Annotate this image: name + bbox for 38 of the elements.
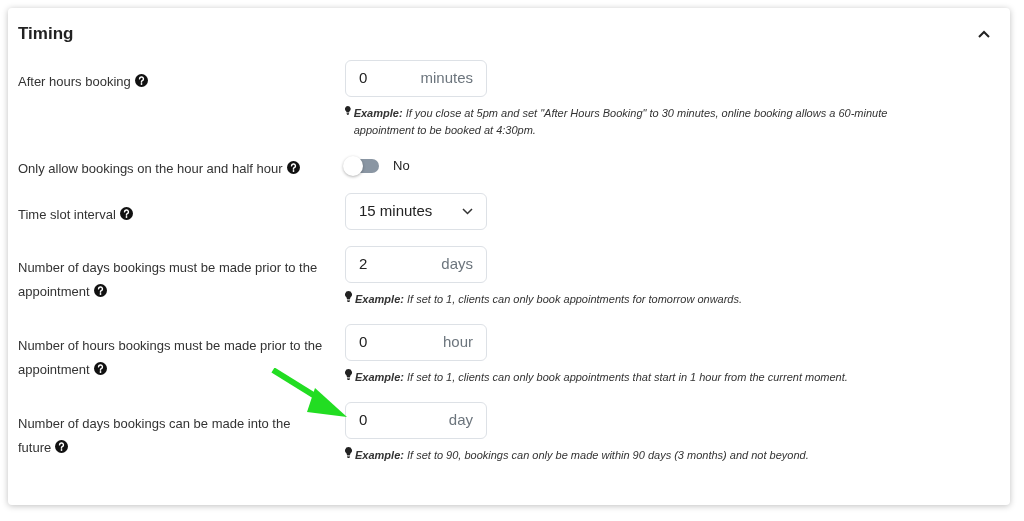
unit-label: days — [441, 254, 473, 275]
unit-label: hour — [442, 332, 473, 353]
help-icon — [119, 207, 133, 220]
help-icon — [93, 284, 107, 297]
setting-label: Number of days bookings can be made into the future — [18, 416, 291, 455]
setting-label: Only allow bookings on the hour and half hour — [18, 161, 300, 176]
field-value: 0 — [359, 410, 368, 431]
setting-label: Number of days bookings must be made prior to the appointment — [18, 260, 318, 299]
lightbulb-icon — [345, 291, 352, 302]
help-icon — [55, 440, 69, 453]
number-field[interactable]: 0 minutes — [345, 60, 487, 97]
example-hint: Example: If set to 1, clients can only book appointments for tomorrow onwards. — [355, 292, 743, 307]
lightbulb-icon — [345, 369, 352, 380]
setting-label: Number of hours bookings must be made prior to the appointment — [18, 338, 323, 377]
lightbulb-icon — [345, 447, 352, 458]
field-value: 0 — [359, 332, 368, 353]
example-hint: Example: If set to 90, bookings can only be made within 90 days (3 months) and not beyond. — [355, 448, 809, 463]
select-dropdown[interactable]: 15 minutes — [345, 193, 487, 230]
lightbulb-icon — [345, 105, 351, 116]
unit-label: minutes — [420, 68, 473, 89]
example-hint: Example: If you close at 5pm and set "After Hours Booking" to 30 minutes, online booking allows a 60-minute appointment to be booked at 4:30pm. — [353, 106, 889, 138]
toggle-label: No — [393, 157, 410, 176]
toggle-switch[interactable] — [345, 159, 379, 173]
setting-label: After hours booking — [18, 74, 148, 89]
example-hint: Example: If set to 1, clients can only book appointments that start in 1 hour from the current moment. — [355, 370, 848, 385]
number-field[interactable]: 2 days — [345, 246, 487, 283]
number-field[interactable]: 0 hour — [345, 324, 487, 361]
chevron-icon — [978, 30, 990, 38]
number-field[interactable]: 0 day — [345, 402, 487, 439]
help-icon — [93, 362, 107, 375]
chevron-down-icon — [462, 208, 473, 215]
setting-label: Time slot interval — [18, 207, 133, 222]
help-icon — [286, 161, 300, 174]
section-title: Timing — [18, 23, 74, 46]
field-value: 2 — [359, 254, 368, 275]
field-value: 0 — [359, 68, 368, 89]
help-icon — [134, 74, 148, 87]
unit-label: day — [448, 410, 473, 431]
